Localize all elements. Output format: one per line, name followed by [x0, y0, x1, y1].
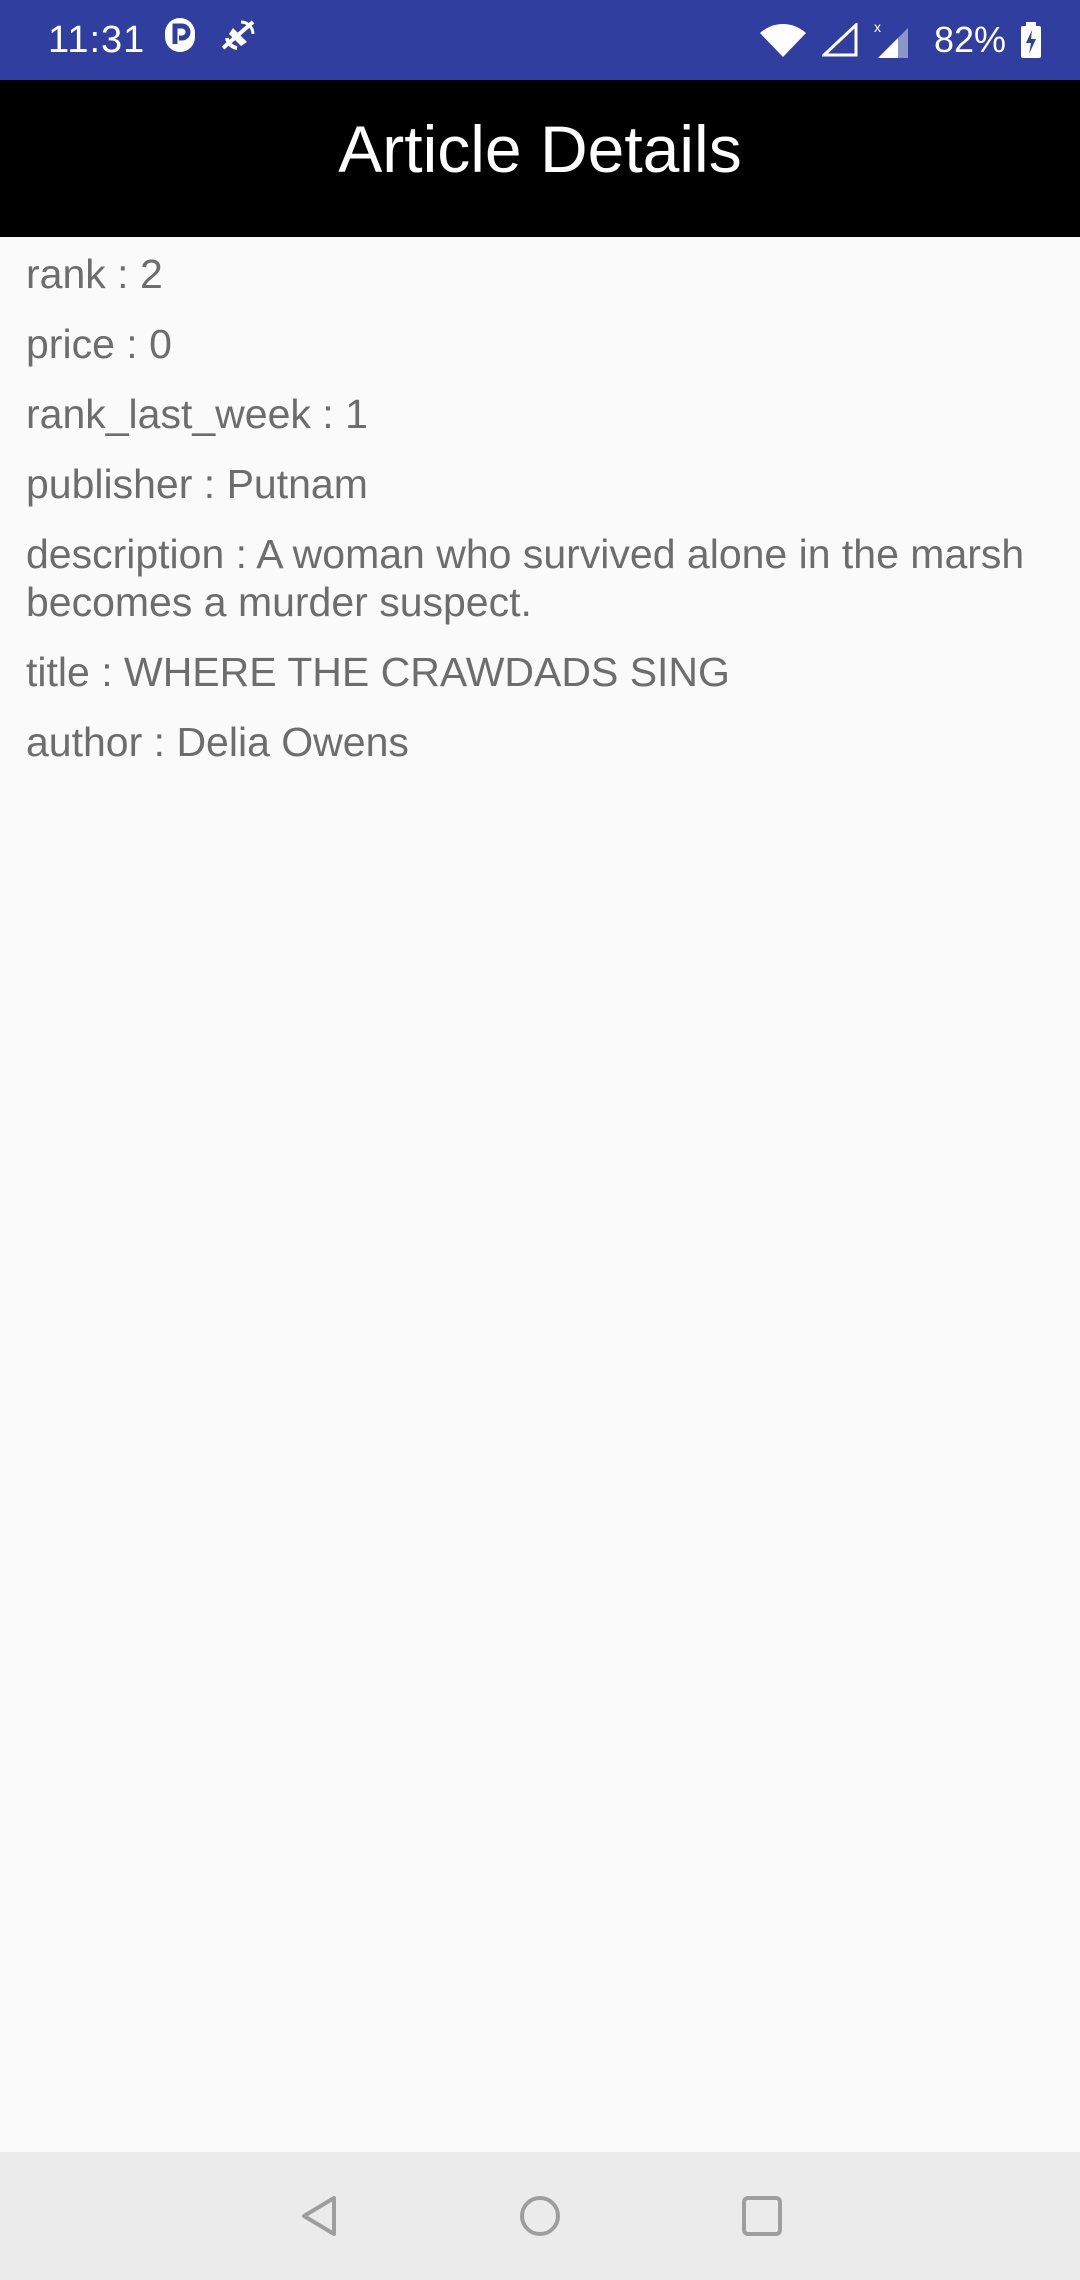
app-bar: Article Details: [0, 80, 1080, 237]
detail-value: WHERE THE CRAWDADS SING: [124, 649, 730, 695]
detail-key: title: [26, 649, 90, 695]
home-icon: [520, 2196, 560, 2236]
detail-key: publisher: [26, 461, 193, 507]
detail-separator: :: [114, 321, 150, 367]
detail-separator: :: [142, 719, 177, 765]
wifi-icon: [759, 24, 806, 57]
navigation-bar: [0, 2152, 1080, 2280]
detail-value: Delia Owens: [176, 719, 409, 765]
detail-row-rank-last-week: rank_last_week : 1: [26, 390, 1046, 438]
detail-row-publisher: publisher : Putnam: [26, 460, 1046, 508]
status-bar: 11:31 x 82%: [0, 0, 1080, 80]
cell-signal-empty-icon: [821, 23, 858, 57]
detail-row-rank: rank : 2: [26, 250, 1046, 298]
detail-row-title: title : WHERE THE CRAWDADS SING: [26, 648, 1046, 696]
detail-separator: :: [192, 461, 227, 507]
back-icon: [302, 2196, 336, 2236]
detail-value: Putnam: [226, 461, 368, 507]
detail-value: 2: [139, 251, 163, 297]
cell-signal-x-icon: x: [874, 20, 908, 58]
parking-icon: [165, 18, 195, 52]
recents-icon: [742, 2196, 782, 2236]
home-button[interactable]: [512, 2188, 568, 2244]
detail-key: author: [26, 719, 143, 765]
detail-key: description: [26, 531, 225, 577]
status-notification-icons: [165, 18, 257, 52]
detail-row-description: description : A woman who survived alone…: [26, 530, 1046, 626]
recents-button[interactable]: [734, 2188, 790, 2244]
detail-row-author: author : Delia Owens: [26, 718, 1046, 766]
detail-key: price: [26, 321, 115, 367]
detail-row-price: price : 0: [26, 320, 1046, 368]
no-signal-satellite-icon: [221, 20, 255, 50]
status-system-icons: x 82%: [758, 14, 1042, 66]
page-title: Article Details: [338, 111, 742, 186]
battery-percentage: 82%: [933, 19, 1006, 60]
detail-value: 0: [149, 321, 172, 367]
status-time: 11:31: [48, 19, 146, 61]
detail-key: rank: [26, 251, 106, 297]
detail-separator: :: [105, 251, 140, 297]
detail-key: rank_last_week: [26, 391, 311, 437]
article-details-list: rank : 2 price : 0 rank_last_week : 1 pu…: [26, 250, 1046, 788]
detail-separator: :: [310, 391, 346, 437]
battery-charging-icon: [1021, 22, 1041, 58]
detail-separator: :: [224, 531, 257, 577]
detail-value: 1: [345, 391, 368, 437]
svg-text:x: x: [874, 20, 881, 35]
detail-separator: :: [89, 649, 124, 695]
back-button[interactable]: [292, 2188, 348, 2244]
